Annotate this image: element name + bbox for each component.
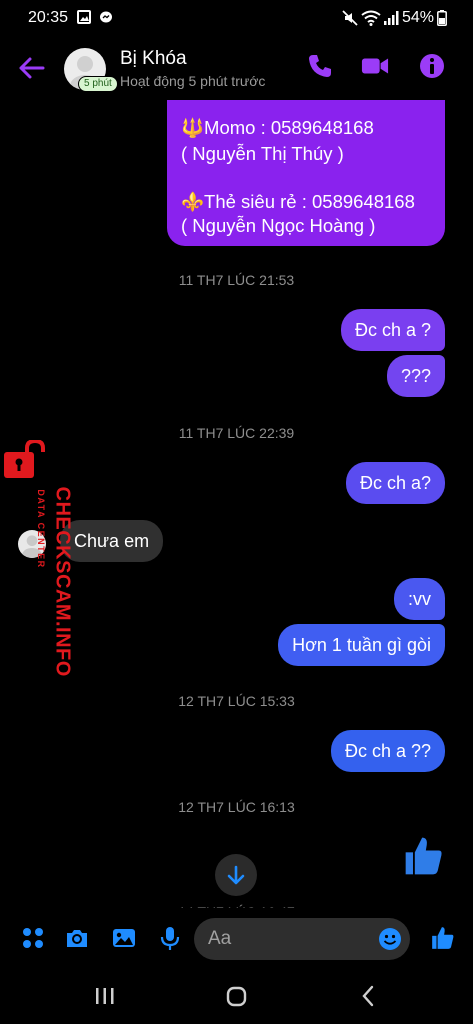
info-icon[interactable] xyxy=(418,52,446,80)
camera-icon[interactable] xyxy=(64,925,90,951)
message-outgoing[interactable]: Hơn 1 tuần gì gòi xyxy=(278,624,445,666)
menu-dots-icon[interactable] xyxy=(20,925,46,951)
message-outgoing[interactable]: :vv xyxy=(393,578,445,620)
back-arrow-icon[interactable] xyxy=(18,56,46,80)
watermark-main: CHECKSCAM.INFO xyxy=(51,486,74,677)
message-outgoing[interactable]: Đc ch a? xyxy=(345,462,445,504)
status-time: 20:35 xyxy=(28,9,69,26)
message-incoming[interactable]: Chưa em xyxy=(60,520,164,562)
presence-badge: 5 phút xyxy=(78,76,118,92)
activity-status: Hoạt động 5 phút trước xyxy=(120,73,266,89)
messenger-notification-icon xyxy=(100,11,112,23)
status-bar: 20:35 54% xyxy=(0,0,473,36)
system-nav-bar xyxy=(0,970,473,1024)
gallery-icon[interactable] xyxy=(111,925,137,951)
battery-icon xyxy=(437,10,447,26)
gallery-notification-icon xyxy=(77,10,91,24)
phone-icon[interactable] xyxy=(306,52,334,80)
message-outgoing-payment-info[interactable]: 🔱Momo : 0589648168 ( Nguyễn Thị Thúy ) ⚜… xyxy=(167,100,445,246)
message-line: ( Nguyễn Ngọc Hoàng ) xyxy=(181,215,376,236)
message-outgoing[interactable]: ??? xyxy=(386,355,445,397)
message-input[interactable]: Aa xyxy=(194,918,410,960)
emoji-icon[interactable] xyxy=(378,927,402,951)
microphone-icon[interactable] xyxy=(157,925,183,951)
video-call-icon[interactable] xyxy=(361,52,389,80)
scroll-down-icon xyxy=(227,865,245,885)
message-line: ( Nguyễn Thị Thúy ) xyxy=(181,143,344,164)
timestamp: 12 TH7 LÚC 16:13 xyxy=(178,799,295,815)
nav-home-icon[interactable] xyxy=(226,986,248,1008)
chat-header: 5 phút Bị Khóa Hoạt động 5 phút trước xyxy=(0,36,473,100)
battery-percent: 54% xyxy=(402,9,435,26)
scroll-to-bottom-button[interactable] xyxy=(215,854,257,896)
like-message-icon[interactable] xyxy=(402,834,446,878)
message-line: 🔱Momo : 0589648168 xyxy=(181,117,374,138)
message-outgoing[interactable]: Đc ch a ?? xyxy=(330,730,445,772)
message-outgoing[interactable]: Đc ch a ? xyxy=(340,309,445,351)
composer-bar: Aa xyxy=(0,908,473,970)
like-icon[interactable] xyxy=(430,925,456,951)
nav-back-icon[interactable] xyxy=(360,985,376,1007)
message-line: ⚜️Thẻ siêu rẻ : 0589648168 xyxy=(181,191,415,212)
timestamp: 11 TH7 LÚC 22:39 xyxy=(178,425,295,441)
timestamp: 12 TH7 LÚC 15:33 xyxy=(178,693,295,709)
contact-name[interactable]: Bị Khóa xyxy=(120,48,187,70)
watermark-sub: DATA CENTER xyxy=(36,489,46,569)
signal-icon xyxy=(384,11,399,25)
mute-icon xyxy=(342,10,358,26)
wifi-icon xyxy=(361,10,381,26)
timestamp: 11 TH7 LÚC 21:53 xyxy=(178,272,295,288)
nav-recents-icon[interactable] xyxy=(94,986,116,1006)
message-input-placeholder: Aa xyxy=(208,928,232,949)
